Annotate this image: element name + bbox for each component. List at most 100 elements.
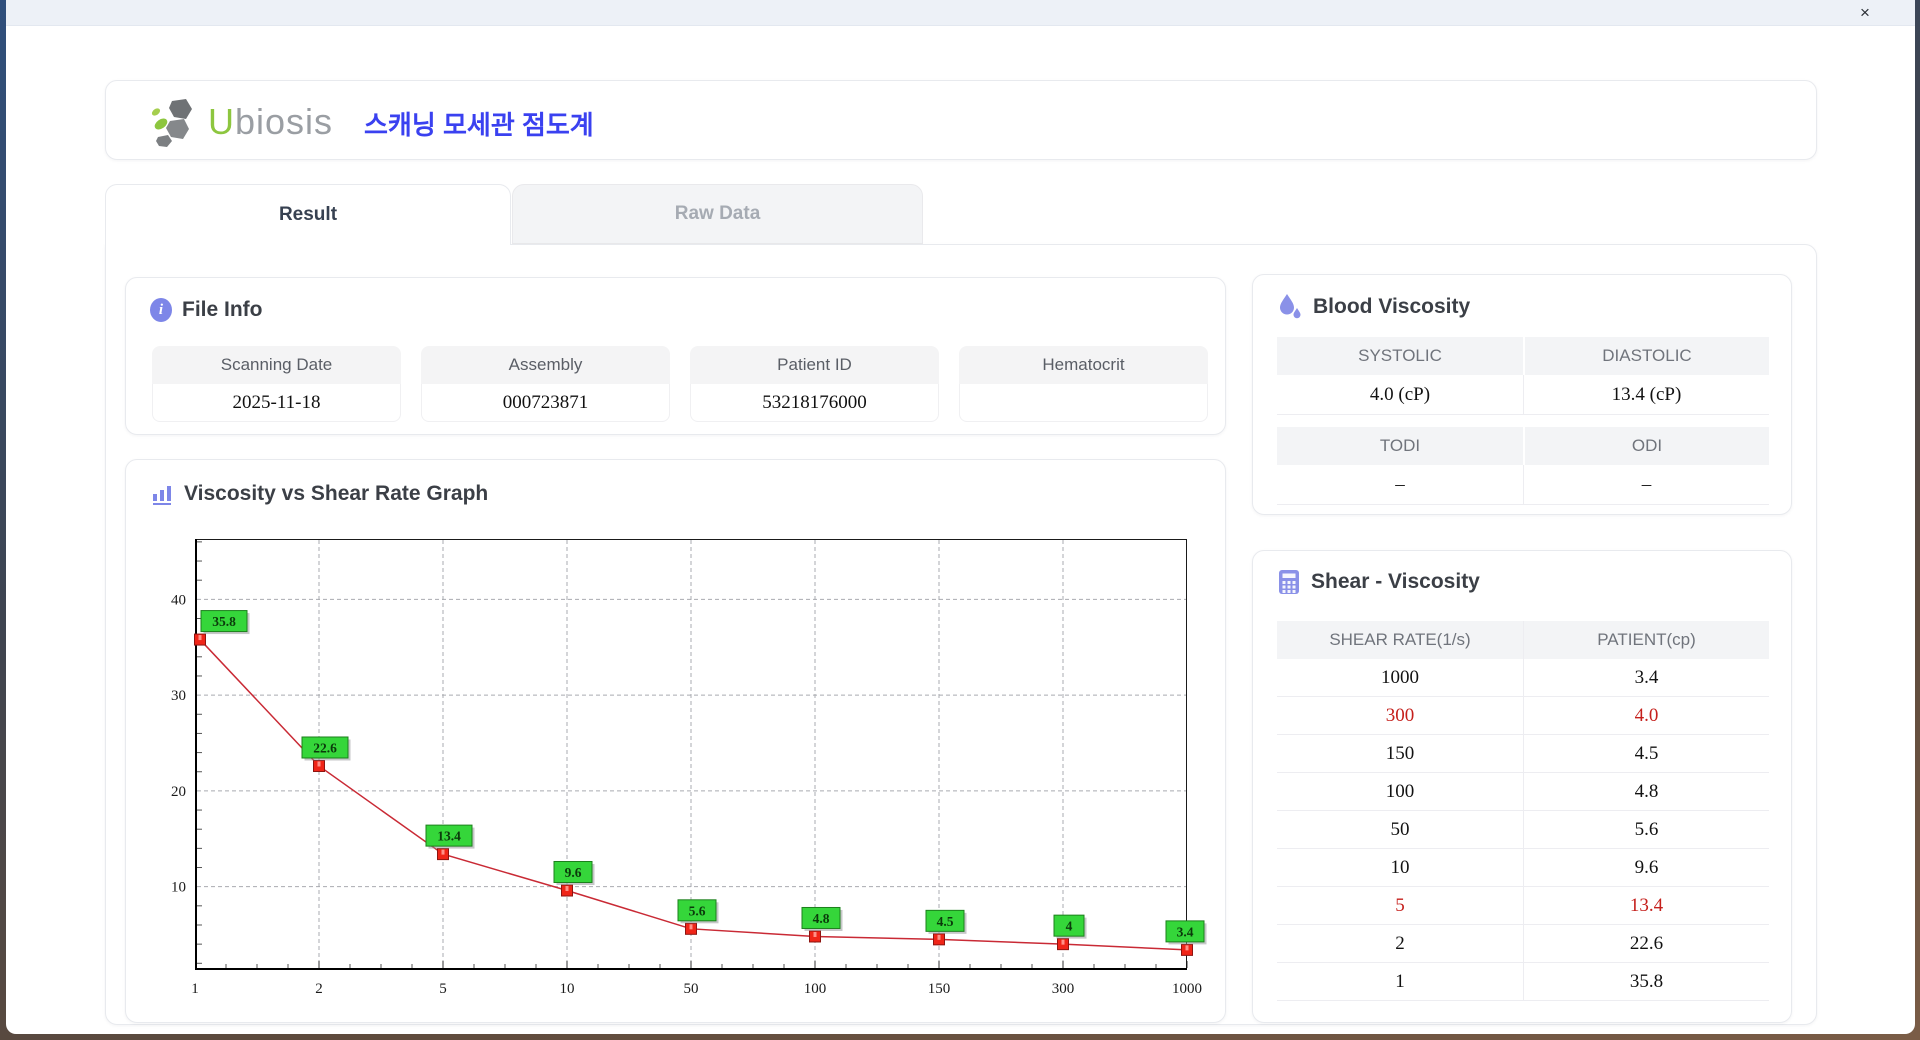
marker-glint bbox=[813, 931, 817, 937]
result-panel: i File Info Scanning Date 2025-11-18 Assem… bbox=[105, 244, 1817, 1025]
blood-viscosity-title: Blood Viscosity bbox=[1313, 295, 1471, 318]
bv-value-row: 4.0 (cP) 13.4 (cP) bbox=[1277, 375, 1769, 415]
sv-header-cell: SHEAR RATE(1/s) bbox=[1277, 621, 1523, 659]
table-row: 1000 3.4 bbox=[1277, 659, 1769, 697]
calculator-icon bbox=[1279, 570, 1299, 594]
table-row: 1 35.8 bbox=[1277, 963, 1769, 1001]
bv-header-cell: TODI bbox=[1277, 427, 1523, 465]
droplets-icon bbox=[1280, 294, 1301, 319]
bv-value-cell: 4.0 (cP) bbox=[1277, 375, 1523, 415]
table-row: 2 22.6 bbox=[1277, 925, 1769, 963]
data-point-label: 5.6 bbox=[689, 903, 706, 918]
blood-viscosity-card: Blood Viscosity SYSTOLIC DIASTOLIC 4.0 (cP… bbox=[1252, 274, 1792, 515]
bv-header-cell: SYSTOLIC bbox=[1277, 337, 1523, 375]
viscosity-graph-card: Viscosity vs Shear Rate Graph 10 20 30 40 1 2… bbox=[125, 459, 1226, 1023]
sv-shear-rate-cell: 300 bbox=[1277, 697, 1523, 735]
sv-shear-rate-cell: 5 bbox=[1277, 887, 1523, 925]
marker-glint bbox=[317, 761, 321, 767]
sv-shear-rate-cell: 100 bbox=[1277, 773, 1523, 811]
sv-header-row: SHEAR RATE(1/s) PATIENT(cp) bbox=[1277, 621, 1769, 659]
field-value: 53218176000 bbox=[690, 384, 939, 422]
sv-patient-cell: 22.6 bbox=[1523, 925, 1769, 963]
data-point-label: 3.4 bbox=[1177, 924, 1194, 939]
bv-value-cell: – bbox=[1277, 465, 1523, 505]
shear-viscosity-card: Shear - Viscosity SHEAR RATE(1/s) PATIENT… bbox=[1252, 550, 1792, 1023]
app-title: 스캐닝 모세관 점도계 bbox=[364, 110, 594, 140]
table-row: 150 4.5 bbox=[1277, 735, 1769, 773]
file-field-hematocrit: Hematocrit bbox=[959, 346, 1208, 422]
field-label: Scanning Date bbox=[152, 346, 401, 384]
data-point-label: 35.8 bbox=[212, 614, 236, 629]
marker-glint bbox=[937, 934, 941, 940]
file-field-patient-id: Patient ID 53218176000 bbox=[690, 346, 939, 422]
x-tick-label: 1 bbox=[191, 981, 199, 997]
data-point-label: 13.4 bbox=[437, 829, 461, 844]
bv-header-cell: ODI bbox=[1523, 427, 1769, 465]
sv-shear-rate-cell: 150 bbox=[1277, 735, 1523, 773]
app-window: × Ubiosis 스캐닝 모세관 점도계 Result Raw Data i … bbox=[6, 0, 1915, 1034]
bv-value-row: – – bbox=[1277, 465, 1769, 505]
data-point-label: 4.8 bbox=[813, 911, 830, 926]
viscosity-chart: 10 20 30 40 1 2 5 10 50 100 150 300 1000 35.8 22.6 13.4… bbox=[171, 539, 1207, 997]
sv-shear-rate-cell: 10 bbox=[1277, 849, 1523, 887]
y-tick-label: 20 bbox=[171, 784, 186, 800]
bv-value-cell: 13.4 (cP) bbox=[1523, 375, 1769, 415]
x-tick-label: 5 bbox=[439, 981, 447, 997]
tab-result[interactable]: Result bbox=[105, 184, 511, 245]
sv-patient-cell: 35.8 bbox=[1523, 963, 1769, 1001]
sv-patient-cell: 4.8 bbox=[1523, 773, 1769, 811]
data-point-label: 9.6 bbox=[565, 865, 582, 880]
blood-viscosity-table: SYSTOLIC DIASTOLIC 4.0 (cP) 13.4 (cP) TODI OD… bbox=[1277, 337, 1769, 505]
table-row: 5 13.4 bbox=[1277, 887, 1769, 925]
shear-viscosity-table: SHEAR RATE(1/s) PATIENT(cp) 1000 3.4 300 4.0 1… bbox=[1277, 621, 1769, 1001]
x-tick-label: 300 bbox=[1052, 981, 1075, 997]
ubiosis-logo-text: Ubiosis bbox=[208, 101, 333, 143]
bv-row-gap bbox=[1277, 415, 1769, 427]
table-row: 50 5.6 bbox=[1277, 811, 1769, 849]
table-row: 100 4.8 bbox=[1277, 773, 1769, 811]
data-point-label: 22.6 bbox=[313, 740, 337, 755]
sv-patient-cell: 5.6 bbox=[1523, 811, 1769, 849]
bv-value-cell: – bbox=[1523, 465, 1769, 505]
y-tick-label: 10 bbox=[171, 880, 186, 896]
logo-rest: biosis bbox=[235, 101, 334, 142]
field-label: Assembly bbox=[421, 346, 670, 384]
table-row: 300 4.0 bbox=[1277, 697, 1769, 735]
marker-glint bbox=[198, 635, 202, 641]
sv-header-cell: PATIENT(cp) bbox=[1523, 621, 1769, 659]
sv-shear-rate-cell: 50 bbox=[1277, 811, 1523, 849]
x-tick-label: 2 bbox=[315, 981, 323, 997]
sv-shear-rate-cell: 1 bbox=[1277, 963, 1523, 1001]
tab-raw-data[interactable]: Raw Data bbox=[512, 184, 923, 244]
x-tick-label: 1000 bbox=[1172, 981, 1202, 997]
field-value: 2025-11-18 bbox=[152, 384, 401, 422]
bv-header-row: TODI ODI bbox=[1277, 427, 1769, 465]
y-tick-label: 30 bbox=[171, 688, 186, 704]
logo-accent-letter: U bbox=[208, 101, 235, 142]
ubiosis-logo: Ubiosis bbox=[150, 99, 333, 147]
marker-glint bbox=[1185, 945, 1189, 951]
marker-glint bbox=[689, 924, 693, 930]
sv-patient-cell: 3.4 bbox=[1523, 659, 1769, 697]
titlebar: × bbox=[6, 0, 1915, 26]
header-card: Ubiosis 스캐닝 모세관 점도계 bbox=[105, 80, 1817, 160]
marker-glint bbox=[441, 849, 445, 855]
file-info-title: File Info bbox=[182, 298, 263, 321]
field-value bbox=[959, 384, 1208, 422]
file-field-assembly: Assembly 000723871 bbox=[421, 346, 670, 422]
close-icon[interactable]: × bbox=[1855, 3, 1875, 23]
file-info-card: i File Info Scanning Date 2025-11-18 Assem… bbox=[125, 277, 1226, 435]
sv-patient-cell: 4.5 bbox=[1523, 735, 1769, 773]
shear-viscosity-title: Shear - Viscosity bbox=[1311, 570, 1480, 593]
marker-glint bbox=[565, 886, 569, 892]
file-field-scanning-date: Scanning Date 2025-11-18 bbox=[152, 346, 401, 422]
field-label: Hematocrit bbox=[959, 346, 1208, 384]
x-tick-label: 100 bbox=[804, 981, 827, 997]
x-tick-label: 10 bbox=[560, 981, 575, 997]
x-tick-label: 150 bbox=[928, 981, 951, 997]
sv-shear-rate-cell: 1000 bbox=[1277, 659, 1523, 697]
x-tick-label: 50 bbox=[684, 981, 699, 997]
field-value: 000723871 bbox=[421, 384, 670, 422]
y-tick-label: 40 bbox=[171, 592, 186, 608]
bv-header-cell: DIASTOLIC bbox=[1523, 337, 1769, 375]
